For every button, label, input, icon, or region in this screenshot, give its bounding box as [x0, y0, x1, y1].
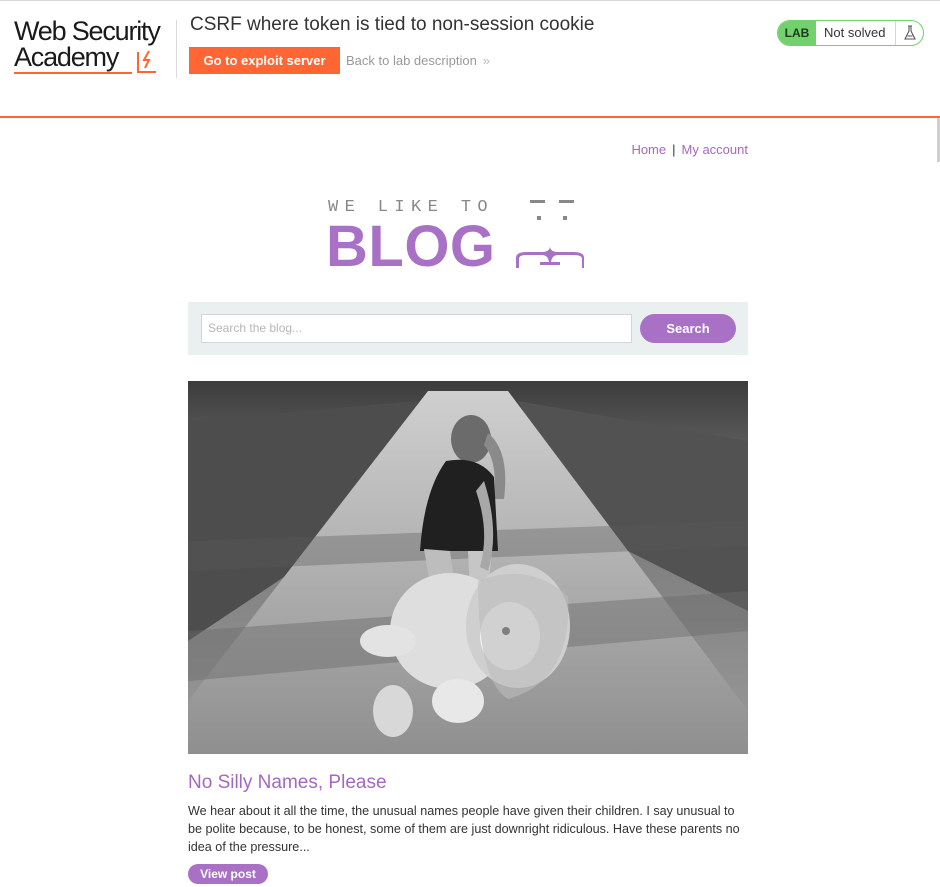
lightning-bolt-icon [137, 50, 156, 73]
view-post-button[interactable]: View post [188, 864, 268, 884]
back-to-lab-description-link[interactable]: Back to lab description » [346, 53, 490, 68]
logo-text-line2: Academy [14, 42, 119, 72]
girl-with-teddy-photo-icon [188, 381, 748, 754]
flask-icon [895, 21, 923, 45]
web-security-academy-logo[interactable]: Web Security Academy [14, 16, 174, 78]
post-summary: We hear about it all the time, the unusu… [188, 804, 740, 854]
status-text: Not solved [824, 25, 886, 40]
lab-status-widget: LAB Not solved [777, 20, 924, 46]
header-divider [176, 20, 177, 78]
lab-header: Web Security Academy CSRF where token is… [0, 0, 940, 118]
lab-title: CSRF where token is tied to non-session … [190, 14, 595, 35]
search-button[interactable]: Search [640, 314, 736, 343]
double-chevron-right-icon: » [482, 53, 491, 68]
nav-home-link[interactable]: Home [631, 142, 666, 157]
logo-underline [14, 72, 132, 74]
nav-my-account-link[interactable]: My account [682, 142, 748, 157]
search-input[interactable]: Search the blog... [201, 314, 632, 343]
blog-logo: WE LIKE TO BLOG [326, 196, 616, 279]
go-to-exploit-server-button[interactable]: Go to exploit server [189, 47, 340, 74]
blog-nav: Home | My account [600, 142, 748, 157]
search-bar: Search the blog... Search [188, 302, 748, 355]
back-link-label: Back to lab description [346, 53, 477, 68]
blog-logo-word: BLOG [326, 214, 496, 279]
nav-separator: | [672, 142, 676, 157]
top-border [0, 0, 940, 1]
blog-face-icon [516, 200, 584, 268]
lab-badge: LAB [778, 21, 816, 45]
post-title[interactable]: No Silly Names, Please [188, 772, 387, 794]
post-image[interactable] [188, 381, 748, 754]
